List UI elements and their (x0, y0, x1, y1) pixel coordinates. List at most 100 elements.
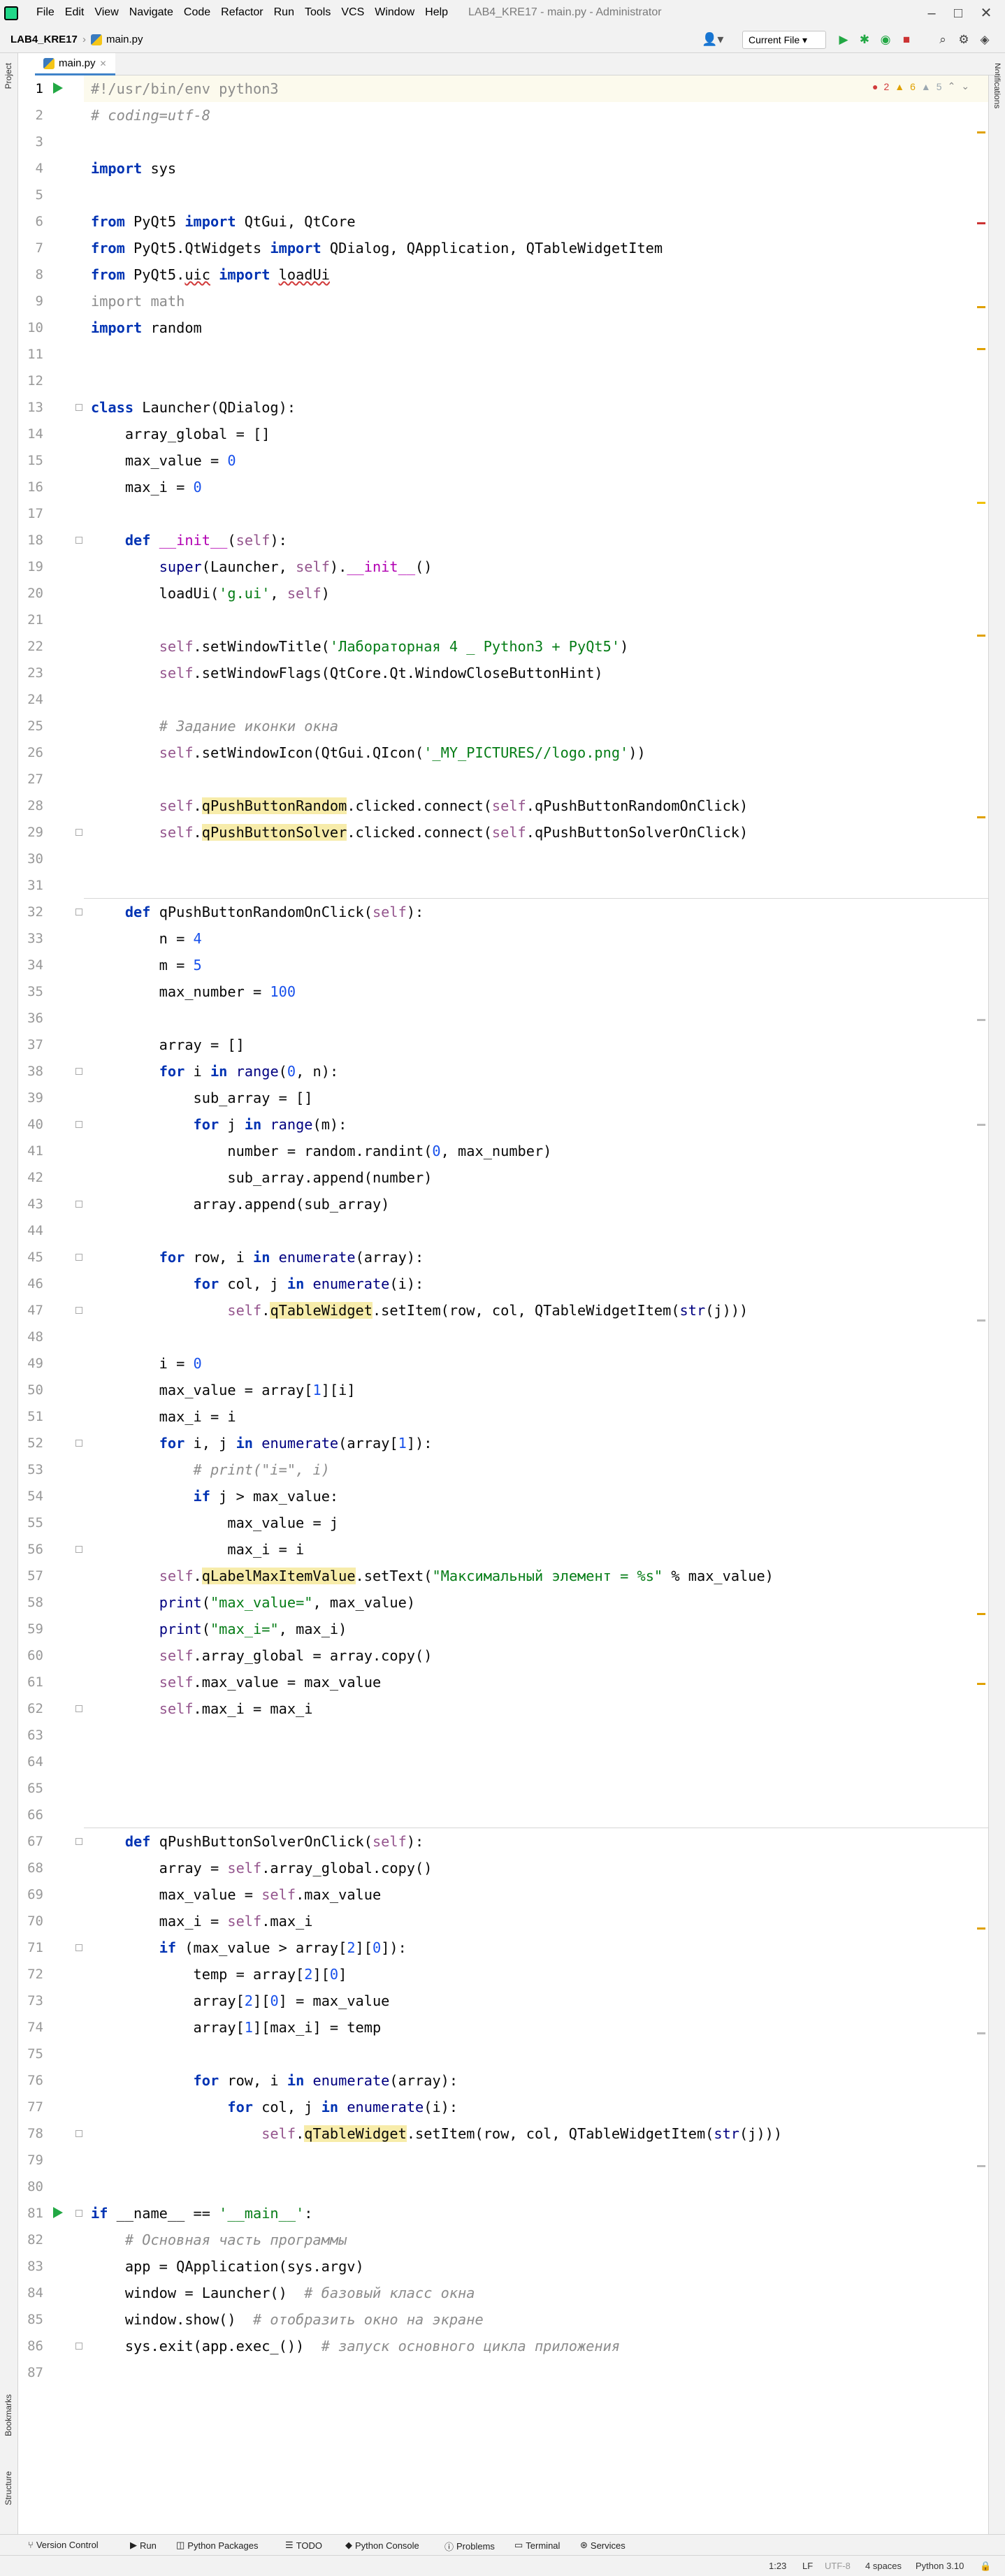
fold-marker-icon[interactable] (75, 1705, 82, 1712)
line-number[interactable]: 27 (18, 766, 43, 793)
line-number[interactable]: 30 (18, 846, 43, 872)
code-line[interactable]: 69 max_value = self.max_value (0, 1881, 970, 1908)
line-number[interactable]: 58 (18, 1589, 43, 1616)
code-line[interactable]: 26 self.setWindowIcon(QtGui.QIcon('_MY_P… (0, 739, 970, 766)
line-number[interactable]: 78 (18, 2120, 43, 2147)
inspection-widget[interactable]: ● 2 ▲ 6 ▲ 5 ⌃ ⌄ (872, 80, 969, 92)
fold-marker-icon[interactable] (75, 1440, 82, 1447)
code-line[interactable]: 32 def qPushButtonRandomOnClick(self): (0, 899, 970, 925)
code-line[interactable]: 17 (0, 500, 970, 527)
line-number[interactable]: 74 (18, 2014, 43, 2041)
tool-version-control[interactable]: ⑂ Version Control (28, 2540, 99, 2550)
code-line[interactable]: 67 def qPushButtonSolverOnClick(self): (0, 1828, 970, 1855)
line-number[interactable]: 34 (18, 952, 43, 978)
line-number[interactable]: 14 (18, 421, 43, 447)
code-line[interactable]: 2 # coding=utf-8 (0, 102, 970, 129)
code-line[interactable]: 10 import random (0, 314, 970, 341)
code-line[interactable]: 81 if __name__ == '__main__': (0, 2200, 970, 2227)
code-line[interactable]: 41 number = random.randint(0, max_number… (0, 1138, 970, 1164)
line-number[interactable]: 67 (18, 1828, 43, 1855)
scroll-marker[interactable] (977, 131, 985, 133)
line-number[interactable]: 68 (18, 1855, 43, 1881)
line-number[interactable]: 24 (18, 686, 43, 713)
minimize-icon[interactable]: – (921, 3, 942, 24)
tab-close-icon[interactable]: ✕ (100, 59, 107, 68)
line-number[interactable]: 49 (18, 1350, 43, 1377)
menu-code[interactable]: Code (184, 6, 210, 19)
line-number[interactable]: 72 (18, 1961, 43, 1988)
line-number[interactable]: 1 (18, 75, 43, 102)
scroll-marker[interactable] (977, 348, 985, 350)
code-line[interactable]: 76 for row, i in enumerate(array): (0, 2067, 970, 2094)
code-line[interactable]: 82 # Основная часть программы (0, 2227, 970, 2253)
fold-marker-icon[interactable] (75, 537, 82, 544)
line-number[interactable]: 56 (18, 1536, 43, 1563)
python-interpreter[interactable]: Python 3.10 (916, 2561, 964, 2571)
code-line[interactable]: 31 (0, 872, 970, 899)
line-number[interactable]: 66 (18, 1802, 43, 1828)
code-line[interactable]: 43 array.append(sub_array) (0, 1191, 970, 1217)
line-number[interactable]: 23 (18, 660, 43, 686)
line-number[interactable]: 43 (18, 1191, 43, 1217)
scroll-marker[interactable] (977, 2165, 985, 2167)
code-line[interactable]: 6 from PyQt5 import QtGui, QtCore (0, 208, 970, 235)
structure-tool-tab[interactable]: Structure (3, 2471, 13, 2505)
code-line[interactable]: 30 (0, 846, 970, 872)
code-line[interactable]: 35 max_number = 100 (0, 978, 970, 1005)
menu-edit[interactable]: Edit (65, 6, 85, 19)
line-number[interactable]: 45 (18, 1244, 43, 1271)
code-line[interactable]: 66 (0, 1802, 970, 1828)
code-line[interactable]: 48 (0, 1324, 970, 1350)
line-number[interactable]: 71 (18, 1934, 43, 1961)
menu-help[interactable]: Help (425, 6, 448, 19)
code-line[interactable]: 28 self.qPushButtonRandom.clicked.connec… (0, 793, 970, 819)
line-number[interactable]: 84 (18, 2280, 43, 2306)
line-number[interactable]: 79 (18, 2147, 43, 2173)
line-number[interactable]: 7 (18, 235, 43, 261)
code-line[interactable]: 53 # print("i=", i) (0, 1456, 970, 1483)
code-line[interactable]: 36 (0, 1005, 970, 1032)
fold-marker-icon[interactable] (75, 404, 82, 411)
fold-marker-icon[interactable] (75, 1546, 82, 1553)
line-number[interactable]: 10 (18, 314, 43, 341)
code-line[interactable]: 18 def __init__(self): (0, 527, 970, 553)
run-icon[interactable]: ▶ (836, 32, 851, 48)
menu-run[interactable]: Run (274, 6, 294, 19)
user-icon[interactable]: 👤▾ (702, 32, 723, 47)
code-line[interactable]: 77 for col, j in enumerate(i): (0, 2094, 970, 2120)
line-number[interactable]: 65 (18, 1775, 43, 1802)
code-line[interactable]: 72 temp = array[2][0] (0, 1961, 970, 1988)
stop-icon[interactable]: ■ (899, 32, 914, 48)
code-line[interactable]: 16 max_i = 0 (0, 474, 970, 500)
code-line[interactable]: 34 m = 5 (0, 952, 970, 978)
menu-file[interactable]: File (36, 6, 55, 19)
code-line[interactable]: 74 array[1][max_i] = temp (0, 2014, 970, 2041)
debug-icon[interactable]: ✱ (857, 32, 872, 48)
line-number[interactable]: 15 (18, 447, 43, 474)
code-line[interactable]: 46 for col, j in enumerate(i): (0, 1271, 970, 1297)
code-line[interactable]: 13 class Launcher(QDialog): (0, 394, 970, 421)
line-number[interactable]: 51 (18, 1403, 43, 1430)
caret-position[interactable]: 1:23 (769, 2561, 786, 2571)
code-line[interactable]: 22 self.setWindowTitle('Лабораторная 4 _… (0, 633, 970, 660)
scroll-marker[interactable] (977, 502, 985, 504)
line-number[interactable]: 60 (18, 1642, 43, 1669)
scroll-marker[interactable] (977, 1613, 985, 1615)
code-line[interactable]: 25 # Задание иконки окна (0, 713, 970, 739)
code-line[interactable]: 85 window.show() # отобразить окно на эк… (0, 2306, 970, 2333)
line-number[interactable]: 6 (18, 208, 43, 235)
line-number[interactable]: 83 (18, 2253, 43, 2280)
code-line[interactable]: 51 max_i = i (0, 1403, 970, 1430)
code-line[interactable]: 44 (0, 1217, 970, 1244)
code-line[interactable]: 40 for j in range(m): (0, 1111, 970, 1138)
menu-tools[interactable]: Tools (305, 6, 331, 19)
code-line[interactable]: 63 (0, 1722, 970, 1749)
code-line[interactable]: 79 (0, 2147, 970, 2173)
tool-problems[interactable]: ⓘ Problems (444, 2540, 495, 2553)
code-line[interactable]: 52 for i, j in enumerate(array[1]): (0, 1430, 970, 1456)
coverage-icon[interactable]: ◉ (878, 32, 893, 48)
close-icon[interactable]: ✕ (976, 3, 997, 24)
line-number[interactable]: 39 (18, 1085, 43, 1111)
code-line[interactable]: 12 (0, 368, 970, 394)
ide-features-icon[interactable]: ◈ (977, 32, 992, 48)
